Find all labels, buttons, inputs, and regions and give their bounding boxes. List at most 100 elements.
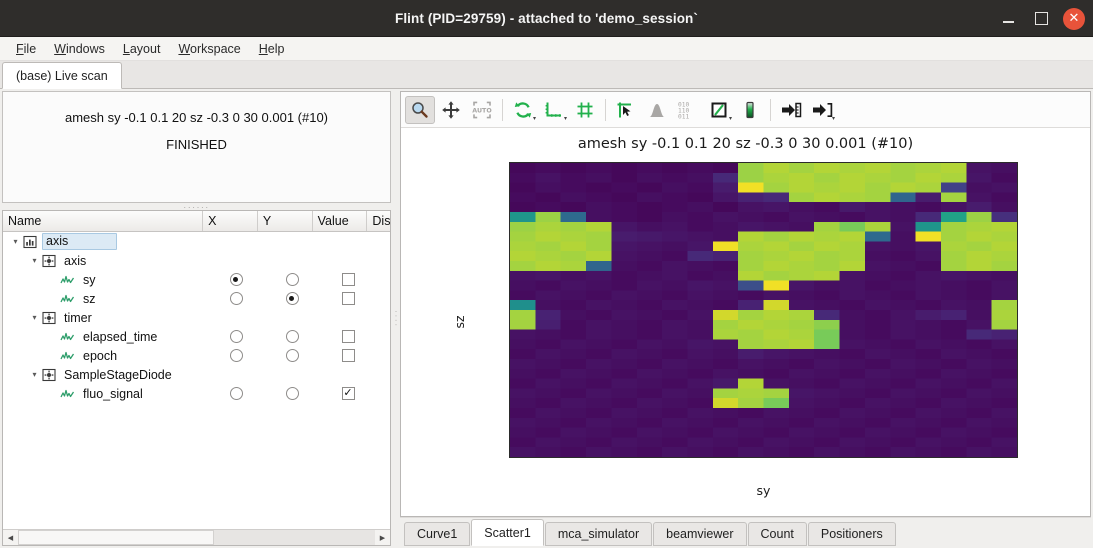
menu-workspace[interactable]: Workspace	[170, 39, 248, 59]
y-axis-radio[interactable]	[285, 387, 299, 400]
vertical-splitter[interactable]: ····	[392, 89, 402, 548]
plot-canvas-area[interactable]: amesh sy -0.1 0.1 20 sz -0.3 0 30 0.001 …	[401, 128, 1090, 516]
column-header-value[interactable]: Value	[313, 211, 368, 231]
x-axis-radio[interactable]	[229, 273, 243, 286]
y-axis-radio[interactable]	[285, 349, 299, 362]
plot-axes[interactable]: −0.100 −0.075 −0.050 −0.025 0.000 0.025 0.050 0…	[509, 162, 1018, 458]
horizontal-splitter[interactable]: ······	[2, 202, 391, 211]
tree-row-axis[interactable]: ▾ axis	[3, 232, 390, 251]
tree-row-sy[interactable]: sy	[3, 270, 390, 289]
close-icon[interactable]: ✕	[1063, 7, 1085, 30]
pan-tool-button[interactable]	[436, 96, 466, 124]
menu-layout[interactable]: Layout	[115, 39, 169, 59]
tree-cell-y	[264, 330, 320, 343]
svg-text:011: 011	[678, 113, 689, 120]
save-plot-button[interactable]: ▾	[807, 96, 837, 124]
auto-fit-icon: AUTO	[472, 100, 492, 120]
plot-tab-beamviewer[interactable]: beamviewer	[653, 522, 747, 546]
x-axis-radio[interactable]	[229, 349, 243, 362]
curve-icon	[60, 291, 75, 306]
scan-command-label: amesh sy -0.1 0.1 20 sz -0.3 0 30 0.001 …	[64, 110, 329, 125]
x-axis-radio[interactable]	[229, 292, 243, 305]
grid-icon	[575, 100, 595, 120]
plot-tab-curve1[interactable]: Curve1	[404, 522, 471, 546]
curve-icon	[60, 272, 75, 287]
menu-help[interactable]: Help	[251, 39, 293, 59]
y-axis-radio[interactable]	[285, 273, 299, 286]
tree-row-sz[interactable]: sz	[3, 289, 390, 308]
x-tick-label: 0.050	[860, 457, 896, 458]
reset-zoom-button[interactable]: ▾	[508, 96, 538, 124]
tree-cell-x	[208, 273, 264, 286]
chevron-down-icon[interactable]: ▾	[564, 116, 567, 122]
plot-tab-scatter1[interactable]: Scatter1	[471, 519, 544, 546]
auto-scale-button[interactable]: AUTO	[467, 96, 497, 124]
chevron-down-icon[interactable]: ▾	[729, 116, 732, 122]
maximize-icon[interactable]	[1030, 8, 1052, 30]
x-axis-radio[interactable]	[229, 387, 243, 400]
column-header-name[interactable]: Name	[3, 211, 204, 231]
minimize-icon[interactable]	[997, 8, 1019, 30]
crosshair-tool-button[interactable]	[611, 96, 641, 124]
value-checkbox[interactable]	[341, 349, 355, 362]
value-checkbox[interactable]	[341, 273, 355, 286]
tree-row-timer[interactable]: ▾ timer	[3, 308, 390, 327]
value-checkbox[interactable]	[341, 292, 355, 305]
tree-node-label: SampleStageDiode	[64, 367, 172, 382]
tree-row-epoch[interactable]: epoch	[3, 346, 390, 365]
tree-row-elapsed-time[interactable]: elapsed_time	[3, 327, 390, 346]
plot-tab-count[interactable]: Count	[747, 522, 807, 546]
column-header-x[interactable]: X	[203, 211, 258, 231]
scroll-left-icon[interactable]: ◀	[3, 530, 18, 545]
value-checkbox[interactable]	[341, 330, 355, 343]
chevron-down-icon[interactable]: ▾	[533, 116, 536, 122]
magnifier-icon	[410, 100, 430, 120]
plot-tab-positioners[interactable]: Positioners	[807, 522, 896, 546]
menu-file[interactable]: File	[8, 39, 44, 59]
export-data-button[interactable]	[776, 96, 806, 124]
toggle-grid-button[interactable]	[570, 96, 600, 124]
chevron-down-icon[interactable]: ▾	[832, 116, 835, 122]
plot-tab-mca-simulator[interactable]: mca_simulator	[544, 522, 653, 546]
x-tick-mark	[936, 457, 937, 458]
tree-row-samplestagediode[interactable]: ▾ SampleStageDiode	[3, 365, 390, 384]
zoom-tool-button[interactable]	[405, 95, 435, 124]
y-tick-mark	[509, 263, 510, 264]
expand-collapse-icon[interactable]: ▾	[28, 251, 41, 270]
raw-data-button[interactable]: 010 110 011	[673, 96, 703, 124]
column-header-y[interactable]: Y	[258, 211, 313, 231]
expand-collapse-icon[interactable]: ▾	[28, 365, 41, 384]
peak-fit-button[interactable]	[642, 96, 672, 124]
device-icon	[41, 253, 56, 268]
plot-tab-label: Count	[760, 527, 794, 541]
device-icon	[41, 367, 56, 382]
session-tab-live-scan[interactable]: (base) Live scan	[2, 62, 122, 89]
column-header-displayed[interactable]: Dis	[367, 211, 390, 231]
y-axis-radio[interactable]	[285, 330, 299, 343]
axis-scale-button[interactable]: ▾	[539, 96, 569, 124]
export-arrow-icon	[780, 100, 802, 120]
tree-cell-value	[320, 292, 376, 305]
tree-row-axis[interactable]: ▾ axis	[3, 251, 390, 270]
x-tick-label: −0.025	[683, 457, 729, 458]
menu-windows[interactable]: Windows	[46, 39, 113, 59]
tree-horizontal-scrollbar[interactable]: ◀ ▶	[3, 529, 390, 545]
scrollbar-track[interactable]	[18, 530, 375, 545]
x-axis-label: sy	[756, 483, 771, 498]
scrollbar-thumb[interactable]	[18, 530, 215, 545]
value-checkbox[interactable]: ✓	[341, 387, 355, 400]
expand-collapse-icon[interactable]: ▾	[28, 308, 41, 327]
y-tick-mark	[509, 357, 510, 358]
y-tick-mark	[509, 310, 510, 311]
scroll-right-icon[interactable]: ▶	[375, 530, 390, 545]
y-axis-label: sz	[452, 315, 468, 329]
tree-row-fluo-signal[interactable]: fluo_signal ✓	[3, 384, 390, 403]
chart-title: amesh sy -0.1 0.1 20 sz -0.3 0 30 0.001 …	[577, 136, 914, 152]
colorbar-button[interactable]	[735, 96, 765, 124]
tree-node-label: axis	[64, 253, 87, 268]
colormap-button[interactable]: ▾	[704, 96, 734, 124]
left-panel: amesh sy -0.1 0.1 20 sz -0.3 0 30 0.001 …	[0, 89, 393, 548]
x-axis-radio[interactable]	[229, 330, 243, 343]
expand-collapse-icon[interactable]: ▾	[9, 232, 22, 251]
y-axis-radio[interactable]	[285, 292, 299, 305]
